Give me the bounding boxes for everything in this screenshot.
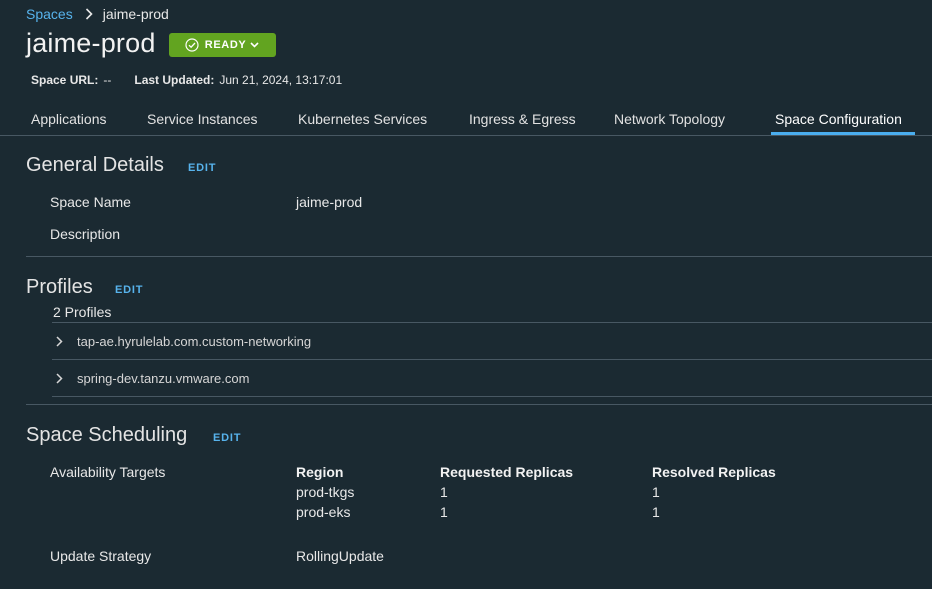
space-scheduling-edit-link[interactable]: EDIT: [213, 432, 241, 444]
breadcrumb-spaces-link[interactable]: Spaces: [26, 6, 73, 22]
tab-space-configuration[interactable]: Space Configuration: [775, 111, 902, 127]
table-cell-region: prod-eks: [296, 504, 351, 520]
last-updated-value: Jun 21, 2024, 13:17:01: [219, 73, 343, 87]
availability-targets-label: Availability Targets: [50, 464, 166, 480]
space-scheduling-title: Space Scheduling: [26, 424, 188, 446]
chevron-down-icon: [250, 42, 259, 48]
section-divider: [26, 404, 932, 405]
chevron-right-icon: [56, 372, 63, 384]
table-cell-resolved: 1: [652, 484, 660, 500]
profile-row-tap-ae[interactable]: tap-ae.hyrulelab.com.custom-networking: [52, 323, 932, 359]
page: Spaces jaime-prod jaime-prod READY Space…: [0, 0, 932, 589]
status-label: READY: [204, 39, 247, 51]
profiles-count: 2 Profiles: [53, 304, 112, 320]
general-details-title: General Details: [26, 154, 164, 176]
update-strategy-label: Update Strategy: [50, 548, 152, 564]
profile-name: spring-dev.tanzu.vmware.com: [77, 370, 250, 386]
table-cell-resolved: 1: [652, 504, 660, 520]
title-row: jaime-prod READY: [26, 28, 276, 59]
check-circle-icon: [185, 38, 199, 52]
last-updated-label: Last Updated:: [134, 73, 215, 87]
page-title: jaime-prod: [26, 28, 156, 58]
space-meta: Space URL: -- Last Updated: Jun 21, 2024…: [31, 73, 342, 87]
table-cell-requested: 1: [440, 504, 448, 520]
breadcrumb-current: jaime-prod: [102, 6, 169, 22]
column-header-resolved-replicas: Resolved Replicas: [652, 464, 776, 480]
column-header-requested-replicas: Requested Replicas: [440, 464, 574, 480]
space-url-label: Space URL:: [31, 73, 99, 87]
general-details-edit-link[interactable]: EDIT: [188, 162, 216, 174]
profiles-title: Profiles: [26, 276, 93, 298]
space-name-label: Space Name: [50, 194, 131, 210]
tab-ingress-egress[interactable]: Ingress & Egress: [469, 111, 576, 127]
tab-network-topology[interactable]: Network Topology: [614, 111, 725, 127]
update-strategy-value: RollingUpdate: [296, 548, 384, 564]
breadcrumb: Spaces jaime-prod: [26, 6, 169, 22]
table-cell-region: prod-tkgs: [296, 484, 355, 500]
active-tab-indicator: [771, 132, 915, 135]
description-label: Description: [50, 226, 121, 242]
column-header-region: Region: [296, 464, 344, 480]
space-name-value: jaime-prod: [296, 194, 363, 210]
tab-bar: Applications Service Instances Kubernete…: [0, 104, 932, 136]
chevron-right-icon: [85, 8, 93, 20]
profiles-edit-link[interactable]: EDIT: [115, 284, 143, 296]
profile-divider: [52, 396, 932, 397]
space-url-value: --: [103, 73, 112, 87]
table-cell-requested: 1: [440, 484, 448, 500]
status-dropdown-button[interactable]: READY: [168, 33, 276, 57]
profile-name: tap-ae.hyrulelab.com.custom-networking: [77, 333, 312, 349]
profile-row-spring-dev[interactable]: spring-dev.tanzu.vmware.com: [52, 360, 932, 396]
section-divider: [26, 256, 932, 257]
tab-kubernetes-services[interactable]: Kubernetes Services: [298, 111, 427, 127]
tab-applications[interactable]: Applications: [31, 111, 107, 127]
chevron-right-icon: [56, 335, 63, 347]
tab-service-instances[interactable]: Service Instances: [147, 111, 258, 127]
